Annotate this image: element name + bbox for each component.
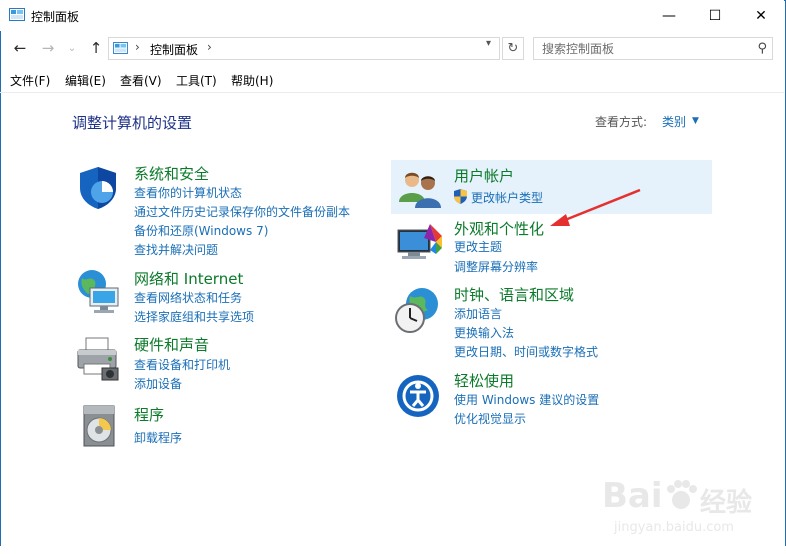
watermark-brand: Bai — [602, 476, 663, 516]
annotation-arrow-icon — [550, 188, 641, 226]
bottom-strip — [0, 546, 786, 554]
watermark-brand-suffix: 经验 — [700, 488, 753, 518]
paw-watermark-icon — [667, 480, 697, 509]
watermark-url: jingyan.baidu.com — [614, 520, 734, 535]
